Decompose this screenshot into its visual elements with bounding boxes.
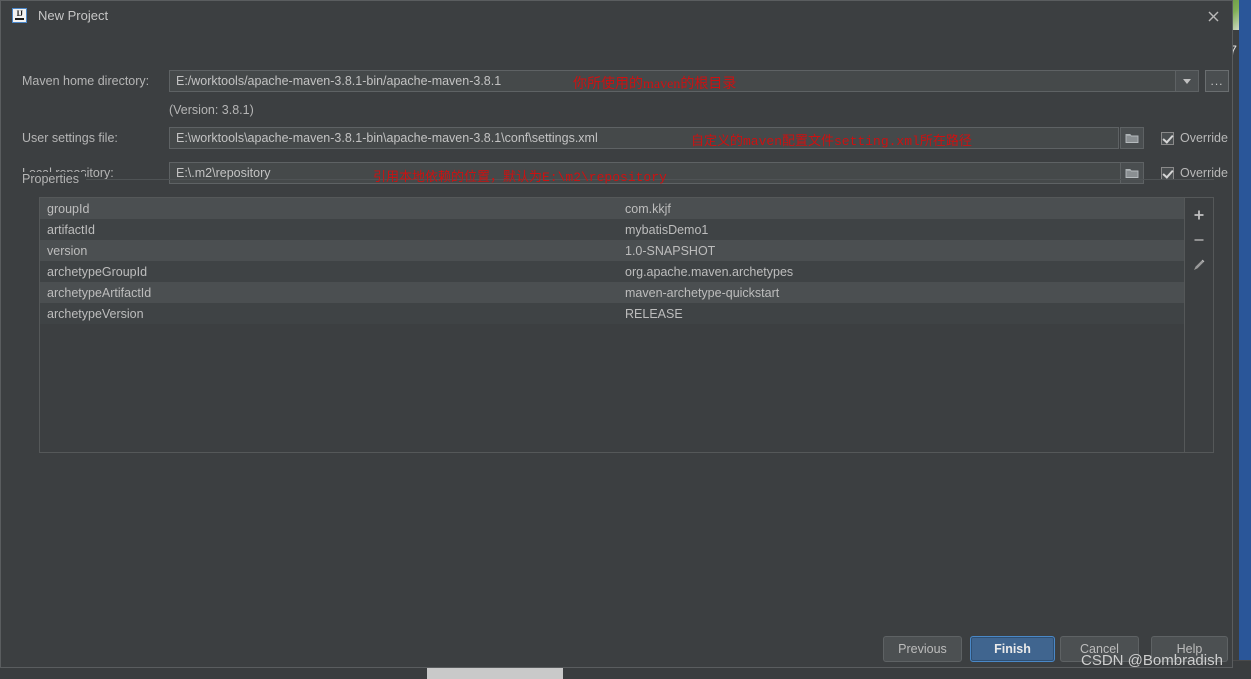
- checkbox-checked-icon: [1161, 166, 1174, 180]
- property-value-cell: RELEASE: [625, 306, 683, 321]
- table-row[interactable]: archetypeArtifactId maven-archetype-quick…: [40, 282, 1184, 303]
- table-row[interactable]: archetypeGroupId org.apache.maven.archety…: [40, 261, 1184, 282]
- local-repository-override-checkbox[interactable]: Override: [1161, 166, 1228, 180]
- watermark: CSDN @Bombradish: [1081, 652, 1223, 669]
- local-repository-input[interactable]: E:\.m2\repository: [169, 162, 1144, 184]
- property-key-cell: archetypeArtifactId: [47, 285, 152, 300]
- folder-icon: [1125, 169, 1139, 178]
- dialog-title: New Project: [38, 8, 109, 23]
- maven-version-note: (Version: 3.8.1): [169, 103, 254, 117]
- properties-table[interactable]: groupId com.kkjf artifactId mybatisDemo1 ver…: [40, 198, 1184, 452]
- local-repository-browse-button[interactable]: [1120, 162, 1144, 184]
- local-repository-override-label: Override: [1180, 166, 1228, 180]
- chevron-down-icon: [1183, 78, 1191, 84]
- property-value-cell: 1.0-SNAPSHOT: [625, 243, 716, 258]
- properties-empty-area: [40, 324, 1184, 452]
- plus-icon: [1194, 210, 1204, 219]
- property-key-cell: archetypeGroupId: [47, 264, 148, 279]
- table-row[interactable]: version 1.0-SNAPSHOT: [40, 240, 1184, 261]
- user-settings-label: User settings file:: [22, 131, 118, 145]
- maven-home-browse-button[interactable]: ...: [1205, 70, 1229, 92]
- maven-home-value: E:/worktools/apache-maven-3.8.1-bin/apac…: [176, 74, 502, 88]
- property-key-cell: artifactId: [47, 222, 95, 237]
- maven-home-input[interactable]: E:/worktools/apache-maven-3.8.1-bin/apac…: [169, 70, 1199, 92]
- close-icon[interactable]: [1203, 7, 1223, 25]
- property-key-cell: archetypeVersion: [47, 306, 144, 321]
- pencil-icon: [1194, 259, 1205, 270]
- folder-icon: [1125, 134, 1139, 143]
- properties-panel: groupId com.kkjf artifactId mybatisDemo1 ver…: [39, 197, 1214, 453]
- table-row[interactable]: artifactId mybatisDemo1: [40, 219, 1184, 240]
- property-key-cell: version: [47, 243, 88, 258]
- previous-button[interactable]: Previous: [883, 636, 962, 662]
- finish-button[interactable]: Finish: [970, 636, 1055, 662]
- property-value-cell: maven-archetype-quickstart: [625, 285, 780, 300]
- table-row[interactable]: archetypeVersion RELEASE: [40, 303, 1184, 324]
- intellij-idea-icon: IJ: [12, 8, 27, 23]
- property-value-cell: mybatisDemo1: [625, 222, 709, 237]
- table-row[interactable]: groupId com.kkjf: [40, 198, 1184, 219]
- user-settings-override-label: Override: [1180, 131, 1228, 145]
- checkbox-checked-icon: [1161, 131, 1174, 145]
- user-settings-override-checkbox[interactable]: Override: [1161, 131, 1228, 145]
- dialog-titlebar: IJ New Project: [1, 1, 1232, 30]
- property-value-cell: com.kkjf: [625, 201, 671, 216]
- property-value-cell: org.apache.maven.archetypes: [625, 264, 794, 279]
- previous-button-label: Previous: [898, 642, 947, 656]
- ellipsis-label: ...: [1210, 74, 1224, 88]
- local-repository-value: E:\.m2\repository: [176, 166, 271, 180]
- property-key-cell: groupId: [47, 201, 90, 216]
- minus-icon: [1194, 238, 1204, 241]
- maven-home-dropdown-button[interactable]: [1175, 71, 1198, 91]
- user-settings-input[interactable]: E:\worktools\apache-maven-3.8.1-bin\apac…: [169, 127, 1119, 149]
- remove-property-button[interactable]: [1185, 227, 1213, 252]
- user-settings-value: E:\worktools\apache-maven-3.8.1-bin\apac…: [176, 131, 598, 145]
- finish-button-label: Finish: [994, 642, 1031, 656]
- add-property-button[interactable]: [1185, 202, 1213, 227]
- new-project-dialog: IJ New Project Maven home directory: E:/…: [0, 0, 1233, 668]
- user-settings-browse-button[interactable]: [1120, 127, 1144, 149]
- properties-toolbar: [1184, 198, 1213, 452]
- properties-group-label: Properties: [22, 172, 85, 186]
- desktop-wallpaper-strip: [1239, 0, 1251, 679]
- edit-property-button[interactable]: [1185, 252, 1213, 277]
- maven-home-label: Maven home directory:: [22, 74, 150, 88]
